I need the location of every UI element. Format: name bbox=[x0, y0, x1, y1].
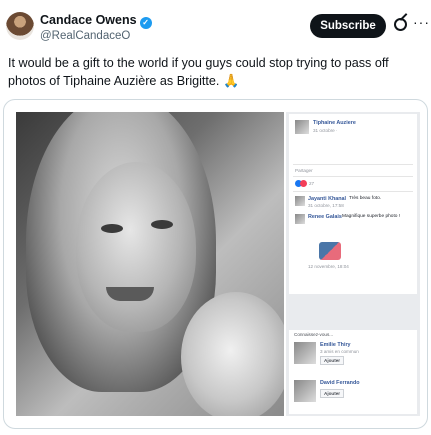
sticker-image bbox=[319, 242, 341, 260]
pray-emoji-icon: 🙏 bbox=[222, 73, 240, 88]
author-name-row[interactable]: Candace Owens ✓ bbox=[40, 13, 152, 29]
photo-baby bbox=[181, 292, 284, 416]
commenter-avatar bbox=[295, 214, 305, 224]
tweet-header: Candace Owens ✓ @RealCandaceO Subscribe ·… bbox=[0, 0, 431, 50]
love-reaction-icon bbox=[300, 180, 307, 187]
author-avatar[interactable] bbox=[6, 12, 34, 40]
photo-eye-right bbox=[151, 220, 173, 229]
bw-photo[interactable] bbox=[16, 112, 284, 416]
photo-mouth bbox=[106, 287, 154, 301]
tweet-media[interactable]: Tiphaine Auziere 31 octobre · Partager 2… bbox=[3, 99, 428, 429]
facebook-post-card: Tiphaine Auziere 31 octobre · Partager 2… bbox=[289, 114, 417, 294]
photo-eye-left bbox=[101, 224, 123, 233]
author-name[interactable]: Candace Owens bbox=[40, 13, 137, 27]
facebook-suggestions-card: Connaissez-vous... Emilie Thiry 3 amis e… bbox=[289, 330, 417, 414]
comment-text: Magnifique superbe photo ! bbox=[342, 214, 401, 219]
facebook-sidebar: Tiphaine Auziere 31 octobre · Partager 2… bbox=[286, 112, 420, 416]
suggestion-avatar bbox=[294, 380, 316, 402]
subscribe-button[interactable]: Subscribe bbox=[310, 14, 386, 38]
add-friend-button: Ajouter bbox=[320, 389, 345, 398]
add-friend-button: Ajouter bbox=[320, 356, 345, 365]
divider bbox=[293, 176, 413, 177]
suggestion-meta: 3 amis en commun bbox=[320, 349, 359, 354]
grok-icon[interactable] bbox=[394, 18, 407, 31]
suggest-heading: Connaissez-vous... bbox=[294, 332, 334, 337]
suggestion-name: Emilie Thiry bbox=[320, 342, 351, 348]
verified-badge-icon: ✓ bbox=[139, 17, 152, 29]
poster-name: Tiphaine Auziere bbox=[313, 120, 356, 126]
divider bbox=[293, 191, 413, 192]
reaction-count: 27 bbox=[309, 181, 315, 186]
comment-name: Jayanti Khanal bbox=[308, 196, 347, 202]
post-date: 31 octobre · bbox=[313, 128, 338, 133]
divider bbox=[293, 164, 413, 165]
more-icon[interactable]: ··· bbox=[413, 14, 430, 30]
commenter-avatar bbox=[295, 196, 305, 206]
tweet-text: It would be a gift to the world if you g… bbox=[8, 54, 424, 90]
author-handle[interactable]: @RealCandaceO bbox=[40, 30, 130, 42]
suggestion-name: David Ferrando bbox=[320, 380, 360, 386]
share-label: Partager bbox=[295, 168, 313, 173]
comment-text: Très beau foto. bbox=[349, 196, 382, 201]
comment-meta: 31 octobre, 17:58 bbox=[308, 203, 344, 208]
photo-face bbox=[76, 162, 196, 332]
comment-name: Renee Galais bbox=[308, 214, 342, 220]
sticker-date: 12 novembre, 18:04 bbox=[308, 264, 349, 269]
poster-avatar bbox=[295, 120, 309, 134]
tweet-body: It would be a gift to the world if you g… bbox=[8, 56, 389, 88]
suggestion-avatar bbox=[294, 342, 316, 364]
